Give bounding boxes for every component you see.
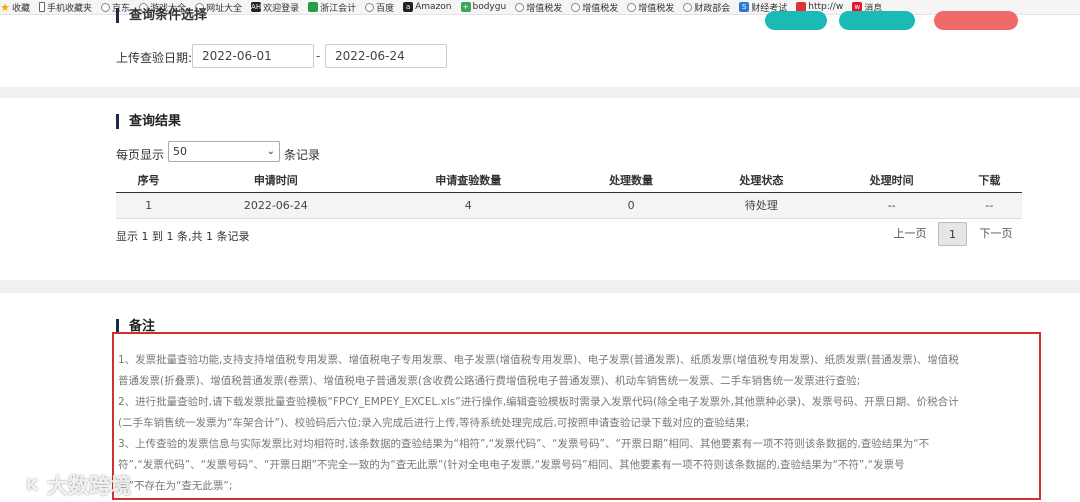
watermark-text: 大数跨境 — [47, 474, 131, 498]
records-info: 显示 1 到 1 条,共 1 条记录 — [116, 230, 250, 243]
star-icon: ★ — [0, 0, 10, 14]
note-line: 符”,“发票代码”、“发票号码”、“开票日期”不完全一致的为“查无此票”(针对全… — [118, 459, 905, 471]
bookmark-label: 增值税发 — [526, 3, 563, 14]
template-download-button[interactable] — [839, 11, 915, 30]
globe-icon — [515, 2, 525, 12]
chevron-down-icon: ⌄ — [266, 146, 275, 157]
per-page-label: 每页显示 — [116, 148, 165, 162]
table-header-row: 序号 申请时间 申请查验数量 处理数量 处理状态 处理时间 下载 — [116, 168, 1022, 193]
bookmark-item[interactable]: 百度 — [365, 1, 394, 14]
table-cell: 2022-06-24 — [181, 192, 371, 219]
note-line: 码”不存在为“查无此票”; — [118, 480, 233, 492]
bookmark-label: 欢迎登录 — [263, 3, 300, 14]
globe-icon — [365, 2, 375, 12]
per-page-select[interactable]: 50 ⌄ — [168, 141, 280, 162]
bookmark-item[interactable]: AH 欢迎登录 — [251, 1, 299, 14]
results-panel: 查询结果 每页显示 50 ⌄ 条记录 序号 申请时间 申请查验数量 处理数量 处理状态处… — [0, 98, 1080, 280]
next-page-button[interactable]: 下一页 — [976, 222, 1016, 246]
bookmark-item[interactable]: ★ 收藏 — [0, 1, 30, 14]
note-line: 2、进行批量查验时,请下载发票批量查验模板“FPCY_EMPEY_EXCEL.x… — [118, 396, 959, 408]
bookmark-item[interactable]: 手机收藏夹 — [39, 1, 92, 14]
table-cell: 4 — [370, 192, 566, 219]
upload-date-label: 上传查验日期: — [116, 51, 193, 65]
watermark-logo-icon: K — [20, 473, 44, 497]
bookmark-label: 增值税发 — [582, 3, 619, 14]
per-page-value: 50 — [173, 145, 187, 158]
bookmark-label: Amazon — [415, 2, 452, 12]
column-header: 处理数量 — [565, 168, 697, 193]
prev-page-button[interactable]: 上一页 — [888, 222, 932, 246]
column-header: 申请查验数量 — [370, 168, 566, 193]
table-cell: 1 — [116, 192, 182, 219]
note-line: 1、发票批量查验功能,支持支持增值税专用发票、增值税电子专用发票、电子发票(增值… — [118, 354, 959, 366]
amazon-icon: a — [403, 2, 414, 12]
query-panel: 查询条件选择 上传查验日期: 2022-06-01 - 2022-06-24 — [0, 8, 1080, 87]
results-table: 序号 申请时间 申请查验数量 处理数量 处理状态 处理时间 下载 1 2022-06-24 4 0… — [116, 168, 1022, 219]
globe-icon — [571, 2, 581, 12]
table-cell: 待处理 — [696, 192, 827, 219]
doc-icon — [308, 2, 319, 12]
bookmark-item[interactable]: 增值税发 — [571, 1, 618, 14]
bookmark-label: 手机收藏夹 — [47, 3, 93, 14]
globe-icon — [101, 2, 111, 12]
column-header: 序号 — [116, 168, 182, 193]
column-header: 处理时间 — [826, 168, 957, 193]
column-header: 申请时间 — [181, 168, 371, 193]
bookmark-label: 百度 — [376, 3, 395, 14]
bookmark-item[interactable]: a Amazon — [403, 2, 452, 12]
note-line: 3、上传查验的发票信息与实际发票比对均相符时,该条数据的查验结果为“相符”,“发… — [118, 438, 930, 450]
bookmark-label: 浙江会计 — [320, 3, 357, 14]
upload-button[interactable] — [934, 11, 1018, 30]
per-page-suffix: 条记录 — [284, 148, 321, 162]
page-1-button[interactable]: 1 — [938, 222, 967, 246]
phone-icon — [39, 2, 46, 12]
query-button[interactable] — [765, 11, 827, 30]
note-line: 普通发票(折叠票)、增值税普通发票(卷票)、增值税电子普通发票(含收费公路通行费… — [118, 375, 861, 387]
bookmark-item[interactable]: + bodygu — [460, 2, 507, 12]
table-cell: 0 — [565, 192, 697, 219]
watermark: K 大数跨境 — [20, 470, 131, 500]
globe-icon — [627, 2, 637, 12]
note-line: (二手车销售统一发票为“车架合计”)、校验码后六位;录入完成后进行上传,等待系统… — [118, 417, 750, 429]
query-section-title: 查询条件选择 — [116, 8, 207, 23]
table-row: 1 2022-06-24 4 0 待处理 -- -- — [116, 192, 1022, 219]
table-cell: -- — [956, 192, 1022, 219]
bookmark-item[interactable]: 浙江会计 — [308, 1, 356, 14]
bookmark-label: 收藏 — [12, 3, 31, 14]
bookmark-label: bodygu — [472, 2, 507, 12]
bookmark-label: 财政部会 — [694, 3, 731, 14]
date-from-input[interactable]: 2022-06-01 — [192, 44, 314, 68]
s-icon: S — [739, 2, 750, 12]
column-header: 下载 — [956, 168, 1022, 193]
table-cell: -- — [826, 192, 957, 219]
notes-box: 1、发票批量查验功能,支持支持增值税专用发票、增值税电子专用发票、电子发票(增值… — [112, 332, 1041, 500]
date-to-input[interactable]: 2022-06-24 — [325, 44, 447, 68]
column-header: 处理状态 — [696, 168, 827, 193]
bookmark-label: 增值税发 — [638, 3, 675, 14]
bookmark-item[interactable]: 增值税发 — [627, 1, 674, 14]
results-section-title: 查询结果 — [116, 114, 181, 129]
notes-panel: 备注 1、发票批量查验功能,支持支持增值税专用发票、增值税电子专用发票、电子发票… — [0, 293, 1080, 502]
plus-icon: + — [460, 2, 471, 12]
bookmark-label: 网址大全 — [206, 3, 243, 14]
bookmark-item[interactable]: 增值税发 — [515, 1, 562, 14]
date-separator: - — [316, 49, 321, 63]
bookmark-item[interactable]: 财政部会 — [683, 1, 730, 14]
ah-icon: AH — [251, 2, 262, 12]
globe-icon — [683, 2, 693, 12]
